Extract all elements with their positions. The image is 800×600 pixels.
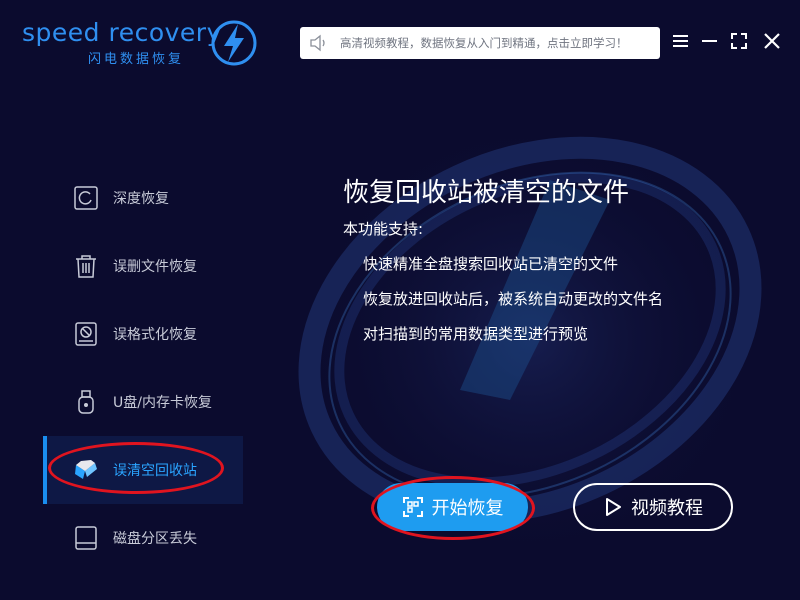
recycle-bin-icon	[75, 460, 97, 479]
start-recovery-button[interactable]: 开始恢复	[377, 483, 528, 531]
notice-text: 高清视频教程，数据恢复从入门到精通，点击立即学习！	[340, 36, 628, 50]
page-title: 恢复回收站被清空的文件	[343, 178, 630, 208]
logo-subtitle: 闪电数据恢复	[88, 52, 185, 67]
sidebar-item-deleted-file-recovery[interactable]: 误删文件恢复	[43, 232, 243, 300]
sidebar-item-usb-recovery[interactable]: U盘/内存卡恢复	[43, 368, 243, 436]
app-logo: speed recovery 闪电数据恢复	[22, 18, 267, 70]
sidebar-item-recycle-bin[interactable]: 误清空回收站	[43, 436, 243, 504]
usb-icon	[78, 390, 94, 414]
close-icon[interactable]	[761, 30, 783, 52]
play-icon	[606, 498, 621, 516]
disk-partition-icon	[75, 526, 97, 550]
sidebar-item-label: 误删文件恢复	[113, 259, 197, 275]
sidebar-item-label: U盘/内存卡恢复	[113, 395, 212, 411]
minimize-icon[interactable]	[699, 30, 721, 52]
trash-icon	[76, 255, 96, 278]
maximize-icon[interactable]	[728, 30, 750, 52]
feature-heading: 本功能支持:	[343, 220, 424, 238]
feature-item: 恢复放进回收站后，被系统自动更改的文件名	[363, 290, 664, 308]
sidebar-item-label: 磁盘分区丢失	[113, 531, 197, 547]
logo-text: speed recovery	[22, 18, 222, 47]
start-recovery-label: 开始恢复	[431, 498, 504, 519]
scan-icon	[402, 497, 423, 517]
sidebar-item-format-recovery[interactable]: 误格式化恢复	[43, 300, 243, 368]
feature-item: 对扫描到的常用数据类型进行预览	[363, 325, 589, 343]
deep-recovery-icon	[74, 186, 98, 210]
video-tutorial-button[interactable]: 视频教程	[573, 483, 733, 531]
feature-item: 快速精准全盘搜索回收站已清空的文件	[363, 255, 619, 273]
format-disk-icon	[75, 322, 97, 346]
sidebar-item-deep-recovery[interactable]: 深度恢复	[43, 164, 243, 232]
sidebar-item-label: 误清空回收站	[113, 463, 197, 479]
sidebar-item-label: 深度恢复	[113, 191, 169, 207]
sidebar-item-partition-lost[interactable]: 磁盘分区丢失	[43, 504, 243, 572]
video-tutorial-label: 视频教程	[631, 498, 703, 519]
speaker-icon	[310, 34, 325, 52]
lightning-bolt-icon	[211, 20, 257, 66]
notice-bar[interactable]: 高清视频教程，数据恢复从入门到精通，点击立即学习！	[300, 27, 660, 59]
menu-icon[interactable]	[670, 30, 692, 52]
sidebar-item-label: 误格式化恢复	[113, 327, 197, 343]
